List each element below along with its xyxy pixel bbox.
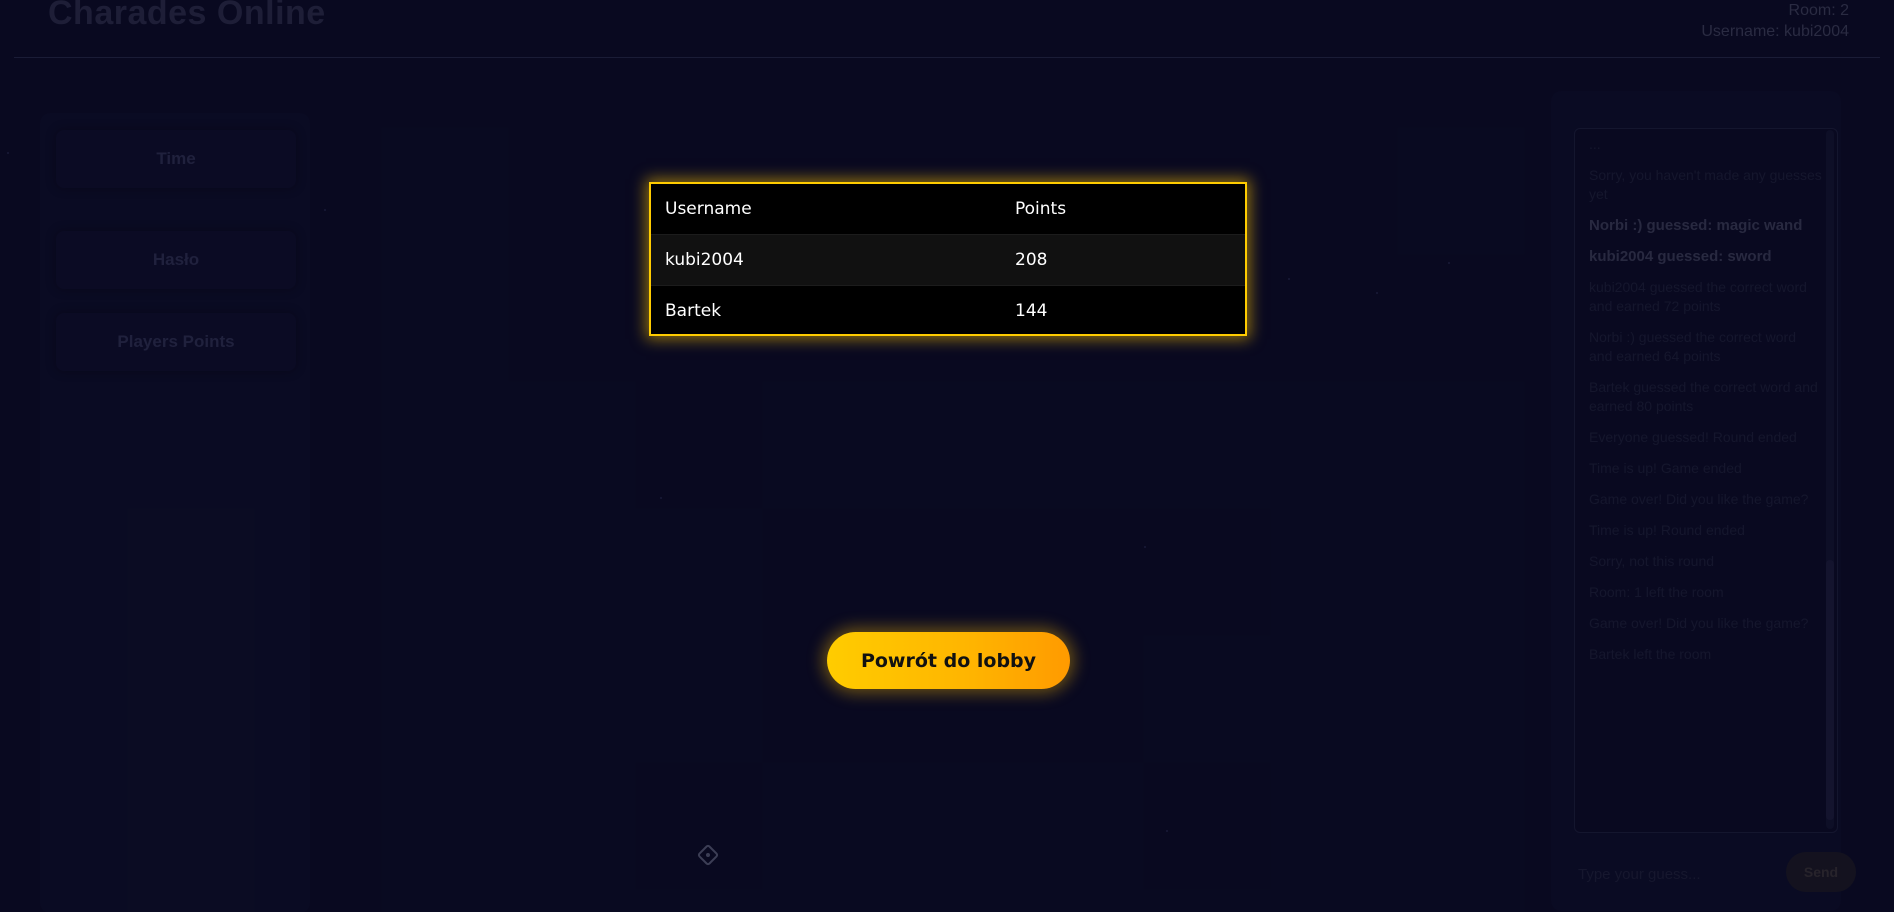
table-row: kubi2004 208 xyxy=(651,234,1245,286)
username-column-header: Username xyxy=(651,184,1001,235)
modal-overlay xyxy=(0,0,1894,912)
player-points: 208 xyxy=(1001,234,1245,286)
player-points: 144 xyxy=(1015,301,1048,321)
table-row: Bartek 144 xyxy=(651,286,1245,337)
game-screen: Charades Online Room: 2 Username: kubi20… xyxy=(0,0,1894,912)
back-to-lobby-button[interactable]: Powrót do lobby xyxy=(827,632,1070,689)
player-username: Bartek xyxy=(665,301,722,321)
player-username: kubi2004 xyxy=(651,234,1001,286)
scoreboard-table: Username Points kubi2004 208 Bartek 144 xyxy=(651,184,1245,336)
scoreboard-header-row: Username Points xyxy=(651,184,1245,235)
scoreboard: Username Points kubi2004 208 Bartek 144 xyxy=(649,182,1247,336)
points-column-header: Points xyxy=(1001,184,1245,235)
